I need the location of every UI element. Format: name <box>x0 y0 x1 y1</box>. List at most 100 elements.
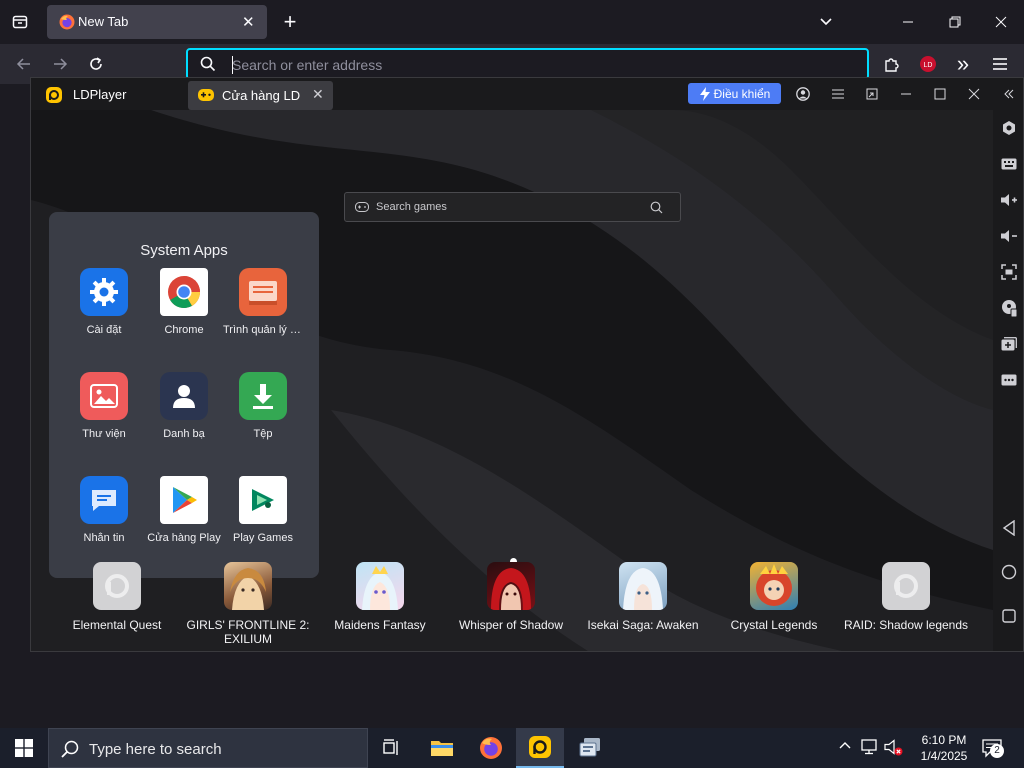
window-minimize-icon[interactable] <box>893 7 923 37</box>
app-play-store[interactable]: Cửa hàng Play <box>144 476 224 544</box>
play-store-icon <box>160 476 208 524</box>
maidens-fantasy-icon <box>356 562 404 610</box>
play-games-icon <box>239 476 287 524</box>
app-chrome[interactable]: Chrome <box>144 268 224 336</box>
system-apps-folder: System Apps Cài đặt Chrome Trình quản lý… <box>49 212 319 578</box>
app-label: Nhắn tin <box>83 532 125 544</box>
ldplayer-right-toolbar <box>993 110 1023 651</box>
list-all-tabs-chevron-icon[interactable] <box>811 7 841 37</box>
app-file-manager[interactable]: Trình quản lý tậ... <box>223 268 303 336</box>
android-home-icon[interactable] <box>999 562 1019 582</box>
search-games-placeholder: Search games <box>376 201 447 213</box>
dock-app-maidens-fantasy[interactable]: Maidens Fantasy <box>317 562 443 632</box>
firefox-logo-icon <box>59 14 75 30</box>
messages-icon <box>80 476 128 524</box>
show-hidden-icons-chevron[interactable] <box>838 740 852 750</box>
taskbar-search-text: Type here to search <box>89 741 222 758</box>
dock-app-crystal-legends[interactable]: Crystal Legends <box>711 562 837 632</box>
extensions-puzzle-icon[interactable] <box>877 49 907 79</box>
app-label: RAID: Shadow legends <box>843 618 969 632</box>
collapse-sidebar-icon[interactable] <box>997 82 1021 106</box>
taskbar-clock[interactable]: 6:10 PM 1/4/2025 <box>914 732 974 764</box>
account-icon[interactable] <box>791 82 815 106</box>
tab-ld-store[interactable]: Cửa hàng LD ✕ <box>188 81 333 110</box>
app-files[interactable]: Tệp <box>223 372 303 440</box>
keyboard-mapping-icon[interactable] <box>999 154 1019 174</box>
file-explorer-icon[interactable] <box>418 728 466 768</box>
ldplayer-placeholder-icon <box>93 562 141 610</box>
lightning-icon <box>699 86 710 101</box>
ldplayer-taskbar-icon[interactable] <box>516 728 564 768</box>
firefox-view-icon[interactable] <box>5 7 35 37</box>
browser-tab-new-tab[interactable]: New Tab ✕ <box>47 5 267 39</box>
ldplayer-placeholder-icon <box>882 562 930 610</box>
app-contacts[interactable]: Danh bạ <box>144 372 224 440</box>
search-games-bar[interactable]: Search games <box>344 192 681 222</box>
overflow-menu-chevrons-icon[interactable]: » <box>948 49 978 79</box>
multi-instance-icon[interactable] <box>999 334 1019 354</box>
app-play-games[interactable]: Play Games <box>223 476 303 544</box>
tab-close-icon[interactable]: ✕ <box>312 86 324 103</box>
close-icon[interactable] <box>962 82 986 106</box>
screenshot-icon[interactable] <box>999 262 1019 282</box>
start-windows-icon[interactable] <box>0 728 48 768</box>
browser-tab-strip: New Tab ✕ + <box>0 0 1024 44</box>
app-settings[interactable]: Cài đặt <box>64 268 144 336</box>
search-icon[interactable] <box>650 201 663 214</box>
window-close-icon[interactable] <box>986 7 1016 37</box>
maximize-icon[interactable] <box>928 82 952 106</box>
gamepad-icon <box>355 201 369 213</box>
window-restore-icon[interactable] <box>940 7 970 37</box>
firefox-taskbar-icon[interactable] <box>467 728 515 768</box>
address-bar[interactable] <box>186 48 869 80</box>
dock-app-girls-frontline-2[interactable]: GIRLS' FRONTLINE 2: EXILIUM <box>185 562 311 646</box>
search-icon <box>200 56 216 72</box>
app-label: Cửa hàng Play <box>147 532 221 544</box>
file-manager-icon <box>239 268 287 316</box>
volume-up-icon[interactable] <box>999 190 1019 210</box>
android-home-screen: Search games System Apps Cài đặt Chrome <box>31 110 993 651</box>
crystal-legends-icon <box>750 562 798 610</box>
android-recents-icon[interactable] <box>999 606 1019 626</box>
app-label: Crystal Legends <box>730 618 818 632</box>
folder-title: System Apps <box>140 242 228 259</box>
dock-app-elemental-quest[interactable]: Elemental Quest <box>54 562 180 632</box>
address-input[interactable] <box>232 55 832 75</box>
menu-icon[interactable] <box>826 82 850 106</box>
control-button[interactable]: Điều khiển <box>688 83 781 104</box>
control-button-label: Điều khiển <box>713 86 771 101</box>
hamburger-menu-icon[interactable] <box>985 49 1015 79</box>
clock-time: 6:10 PM <box>921 733 967 747</box>
notifications-icon[interactable]: 2 <box>982 738 1004 758</box>
text-caret <box>232 56 233 74</box>
android-back-icon[interactable] <box>999 518 1019 538</box>
install-apk-icon[interactable] <box>999 298 1019 318</box>
app-label: Isekai Saga: Awaken <box>587 618 699 632</box>
volume-muted-icon[interactable] <box>884 739 904 757</box>
task-view-icon[interactable] <box>368 728 416 768</box>
settings-hex-icon[interactable] <box>999 118 1019 138</box>
back-arrow-icon[interactable] <box>9 49 39 79</box>
dock-app-whisper-of-shadow[interactable]: Whisper of Shadow <box>448 562 574 632</box>
gallery-icon <box>80 372 128 420</box>
app-label: GIRLS' FRONTLINE 2: EXILIUM <box>186 618 310 646</box>
app-messages[interactable]: Nhắn tin <box>64 476 144 544</box>
dock-app-raid-shadow-legends[interactable]: RAID: Shadow legends <box>843 562 969 632</box>
mini-mode-icon[interactable] <box>860 82 884 106</box>
new-tab-button[interactable]: + <box>275 7 305 37</box>
reload-icon[interactable] <box>81 49 111 79</box>
tab-close-icon[interactable]: ✕ <box>242 13 255 31</box>
app-gallery[interactable]: Thư viện <box>64 372 144 440</box>
forward-arrow-icon[interactable] <box>45 49 75 79</box>
clock-date: 1/4/2025 <box>920 749 968 763</box>
volume-down-icon[interactable] <box>999 226 1019 246</box>
multi-instance-taskbar-icon[interactable] <box>566 728 614 768</box>
files-download-icon <box>239 372 287 420</box>
minimize-icon[interactable] <box>894 82 918 106</box>
dock-app-isekai-saga-awaken[interactable]: Isekai Saga: Awaken <box>580 562 706 632</box>
isekai-saga-awaken-icon <box>619 562 667 610</box>
more-options-icon[interactable] <box>999 370 1019 390</box>
network-icon[interactable] <box>861 739 879 755</box>
ld-extension-icon[interactable]: LD <box>913 49 943 79</box>
taskbar-search-box[interactable]: Type here to search <box>48 728 368 768</box>
